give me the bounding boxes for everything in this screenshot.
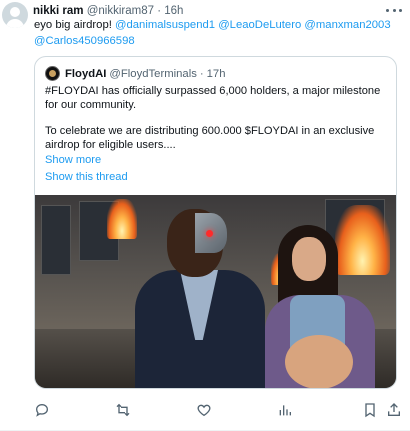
show-more-link[interactable]: Show more [45, 153, 101, 167]
tweet-actions-bar [34, 400, 404, 422]
tweet-text: eyo big airdrop! @danimalsuspend1 @LeaoD… [34, 17, 394, 49]
show-thread-link[interactable]: Show this thread [45, 170, 128, 184]
reply-icon[interactable] [34, 402, 50, 418]
like-icon[interactable] [196, 402, 212, 418]
quoted-tweet-image[interactable] [35, 195, 396, 388]
quoted-tweet-text: #FLOYDAI has officially surpassed 6,000 … [45, 85, 390, 152]
mention-link[interactable]: @Carlos450966598 [34, 35, 135, 47]
separator-dot: · [157, 5, 162, 17]
share-icon[interactable] [386, 402, 402, 418]
author-avatar[interactable] [2, 2, 28, 28]
quoted-author-name[interactable]: FloydAI [65, 67, 106, 81]
tweet-text-prefix: eyo big airdrop! [34, 19, 116, 31]
more-options-icon[interactable] [386, 6, 402, 14]
retweet-icon[interactable] [115, 402, 131, 418]
quoted-tweet-header: FloydAI @FloydTerminals · 17h [45, 66, 228, 81]
quoted-paragraph-2: To celebrate we are distributing 600.000… [45, 125, 375, 151]
separator-dot: · [199, 67, 204, 80]
quoted-tweet[interactable]: FloydAI @FloydTerminals · 17h #FLOYDAI h… [34, 56, 397, 389]
quoted-author-avatar[interactable] [45, 66, 60, 81]
tweet[interactable]: nikki ram @nikkiram87 · 16h eyo big aird… [0, 0, 410, 431]
mention-link[interactable]: @manxman2003 [304, 19, 390, 31]
author-handle[interactable]: @nikkiram87 [87, 5, 154, 17]
tweet-timestamp[interactable]: 16h [164, 5, 183, 17]
quoted-paragraph-1: #FLOYDAI has officially surpassed 6,000 … [45, 85, 381, 111]
author-name[interactable]: nikki ram [33, 5, 84, 17]
quoted-tweet-timestamp[interactable]: 17h [207, 67, 226, 81]
tweet-header: nikki ram @nikkiram87 · 16h [33, 4, 183, 18]
mention-link[interactable]: @danimalsuspend1 [115, 19, 215, 31]
mention-link[interactable]: @LeaoDeLutero [218, 19, 301, 31]
views-icon[interactable] [277, 402, 293, 418]
bookmark-icon[interactable] [362, 402, 378, 418]
quoted-author-handle[interactable]: @FloydTerminals [109, 67, 196, 81]
